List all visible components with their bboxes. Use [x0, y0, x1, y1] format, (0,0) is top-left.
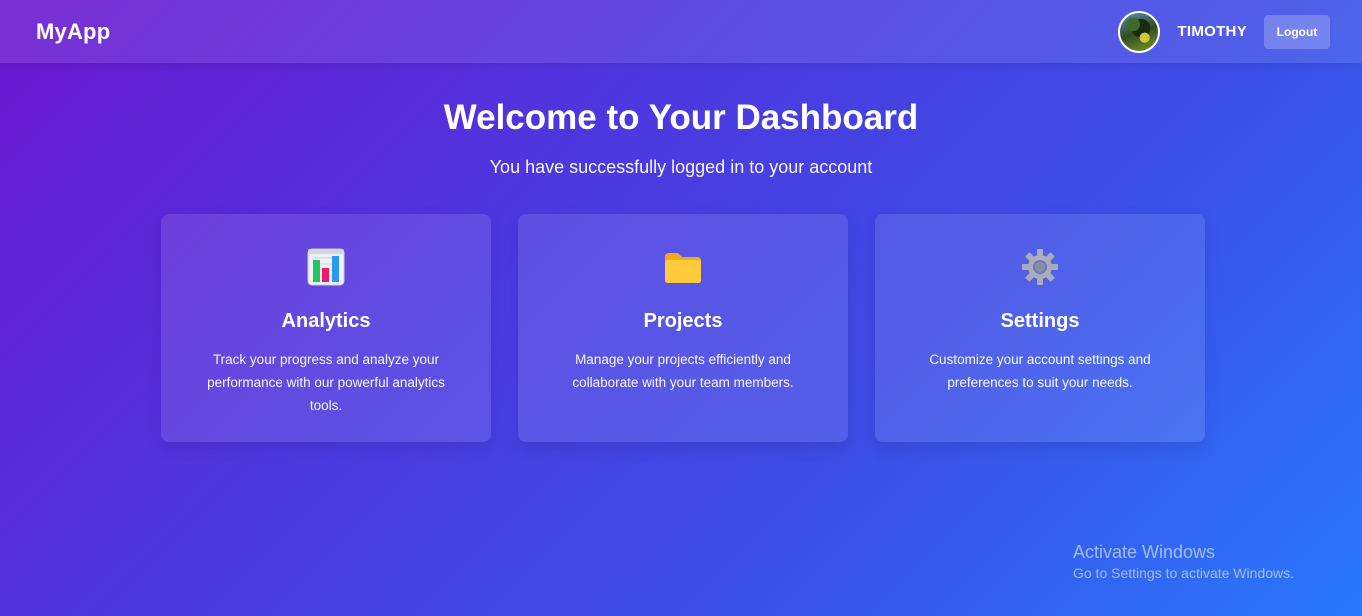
page-subtitle: You have successfully logged in to your … — [489, 157, 873, 177]
bar-chart-icon — [307, 248, 345, 286]
user-menu: TIMOTHY Logout — [1118, 10, 1330, 53]
folder-icon — [665, 253, 701, 283]
avatar[interactable] — [1118, 10, 1161, 53]
card-description: Manage your projects efficiently and col… — [572, 352, 794, 390]
logout-button[interactable]: Logout — [1264, 14, 1330, 49]
card-title: Analytics — [281, 310, 371, 332]
watermark-subtitle: Go to Settings to activate Windows. — [1073, 565, 1294, 581]
card-description: Customize your account settings and pref… — [929, 352, 1151, 390]
windows-activation-watermark: Activate Windows Go to Settings to activ… — [1073, 542, 1294, 581]
brand-logo[interactable]: MyApp — [36, 19, 110, 45]
card-description: Track your progress and analyze your per… — [207, 352, 445, 413]
card-settings[interactable]: Settings Customize your account settings… — [875, 214, 1205, 442]
card-projects[interactable]: Projects Manage your projects efficientl… — [518, 214, 848, 442]
page-title: Welcome to Your Dashboard — [443, 98, 919, 137]
watermark-title: Activate Windows — [1073, 542, 1216, 562]
top-navbar: MyApp TIMOTHY Logout — [0, 0, 1362, 63]
gear-icon — [1022, 249, 1058, 285]
card-title: Projects — [643, 310, 723, 332]
username-label: TIMOTHY — [1177, 23, 1247, 40]
card-title: Settings — [1000, 310, 1080, 332]
card-analytics[interactable]: Analytics Track your progress and analyz… — [161, 214, 491, 442]
